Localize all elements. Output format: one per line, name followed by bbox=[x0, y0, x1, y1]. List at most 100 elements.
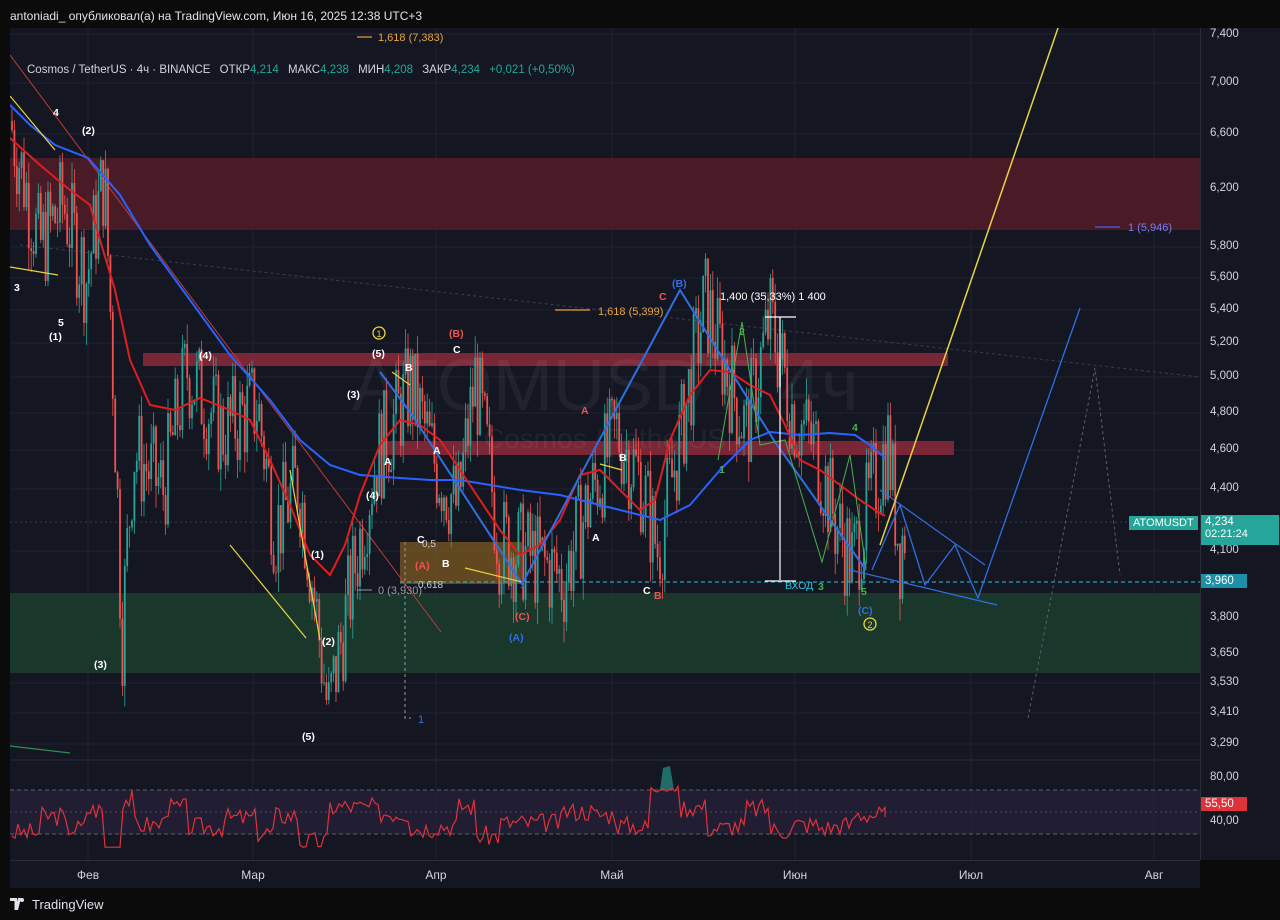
candle-body bbox=[282, 461, 285, 554]
candle-body bbox=[690, 369, 693, 426]
candle-body bbox=[683, 384, 685, 464]
wave-label: 3 bbox=[14, 282, 20, 294]
candle-body bbox=[171, 432, 174, 436]
wave-label: 5 bbox=[58, 317, 64, 329]
candle-body bbox=[390, 469, 393, 472]
candle-body bbox=[858, 520, 861, 590]
candle-body bbox=[167, 413, 169, 525]
candle-body bbox=[750, 358, 753, 462]
legend-high: 4,238 bbox=[320, 64, 349, 76]
candle-body bbox=[275, 572, 277, 574]
candle-body bbox=[219, 406, 222, 470]
candle-body bbox=[851, 532, 853, 583]
candle-body bbox=[18, 168, 21, 195]
publish-bar: antoniadi_ опубликовал(а) на TradingView… bbox=[0, 0, 1280, 28]
candle-body bbox=[601, 498, 604, 518]
candle-body bbox=[123, 565, 126, 686]
candle-body bbox=[519, 503, 522, 513]
candle-body bbox=[507, 517, 510, 587]
candle-body bbox=[414, 354, 417, 420]
candle-body bbox=[745, 399, 748, 406]
candle-body bbox=[73, 183, 76, 213]
candle-body bbox=[335, 656, 337, 693]
candle-body bbox=[488, 424, 491, 437]
candle-body bbox=[265, 458, 268, 470]
candle-body bbox=[85, 283, 88, 324]
candle-body bbox=[865, 462, 868, 551]
candle-body bbox=[471, 386, 474, 407]
candle-body bbox=[30, 248, 33, 251]
candle-body bbox=[591, 462, 594, 499]
candle-body bbox=[20, 152, 23, 169]
candle-body bbox=[431, 423, 433, 426]
candle-body bbox=[476, 357, 479, 435]
candle-body bbox=[183, 343, 186, 348]
entry-label: ВХОД bbox=[785, 580, 813, 592]
wave-label: B bbox=[405, 362, 413, 374]
rsi-overbought-fill bbox=[660, 766, 674, 790]
candle-body bbox=[397, 369, 400, 394]
wave-extra-label: A bbox=[592, 532, 600, 544]
candle-body bbox=[805, 399, 808, 421]
candle-body bbox=[258, 404, 261, 421]
candle-body bbox=[383, 390, 385, 499]
candle-body bbox=[815, 421, 817, 424]
candle-body bbox=[119, 489, 121, 619]
legend-low: 4,208 bbox=[384, 64, 414, 76]
price-tick: 5,000 bbox=[1210, 370, 1239, 382]
candle-body bbox=[169, 413, 172, 433]
price-tick: 4,800 bbox=[1210, 406, 1239, 418]
candle-body bbox=[575, 496, 577, 552]
candle-body bbox=[423, 401, 426, 424]
chart-area[interactable]: ATOMUSDT, 4ч Cosmos / TetherUS 1,618 (7,… bbox=[10, 28, 1200, 860]
wave-label: 1 bbox=[520, 579, 526, 591]
wave-label: B bbox=[619, 452, 627, 464]
candle-body bbox=[186, 343, 189, 379]
price-scale[interactable]: 7,400 7,000 6,600 6,200 5,800 5,600 5,40… bbox=[1200, 28, 1280, 860]
price-tick: 3,800 bbox=[1210, 611, 1239, 623]
candle-body bbox=[301, 502, 304, 537]
candle-body bbox=[611, 398, 613, 401]
symbol-tag: ATOMUSDT bbox=[1129, 516, 1198, 530]
candle-body bbox=[44, 212, 47, 281]
time-axis[interactable]: Фев Мар Апр Май Июн Июл Авг bbox=[10, 860, 1200, 889]
candle-body bbox=[853, 523, 856, 533]
candle-body bbox=[128, 527, 131, 529]
projection-yellow bbox=[879, 28, 1059, 546]
candle-body bbox=[251, 368, 253, 373]
candle-body bbox=[13, 130, 16, 167]
support-zone bbox=[10, 593, 1200, 673]
wave-label: C bbox=[417, 534, 425, 546]
candle-body bbox=[709, 290, 712, 354]
candle-body bbox=[351, 535, 354, 620]
candle-body bbox=[363, 556, 366, 570]
rsi-tick: 40,00 bbox=[1210, 815, 1239, 827]
candle-body bbox=[560, 569, 563, 600]
candle-body bbox=[133, 472, 136, 521]
legend-close: 4,234 bbox=[451, 64, 481, 76]
wave-label: 1 bbox=[719, 464, 725, 476]
price-tick: 3,650 bbox=[1210, 647, 1239, 659]
candle-body bbox=[551, 549, 553, 608]
candle-body bbox=[385, 390, 388, 466]
candle-body bbox=[438, 497, 441, 504]
candle-body bbox=[630, 487, 633, 510]
wave-label: (5) bbox=[302, 731, 315, 743]
candle-body bbox=[740, 436, 743, 439]
wave-label: (1) bbox=[311, 549, 324, 561]
candle-body bbox=[891, 443, 894, 491]
candle-body bbox=[822, 512, 825, 516]
chart-canvas[interactable]: ATOMUSDT, 4ч Cosmos / TetherUS 1,618 (7,… bbox=[10, 28, 1200, 860]
wave-label: (1) bbox=[49, 331, 62, 343]
candle-body bbox=[155, 426, 157, 487]
candle-body bbox=[359, 528, 361, 587]
candle-body bbox=[207, 423, 210, 455]
candle-body bbox=[647, 470, 649, 476]
tradingview-logo[interactable]: TradingView bbox=[10, 897, 104, 912]
candle-body bbox=[135, 460, 138, 473]
footer: TradingView bbox=[0, 888, 1280, 920]
wave-label: C bbox=[453, 344, 461, 356]
yellow-seg bbox=[10, 95, 56, 151]
wave-label: 4 bbox=[852, 422, 858, 434]
price-tick: 6,600 bbox=[1210, 127, 1239, 139]
